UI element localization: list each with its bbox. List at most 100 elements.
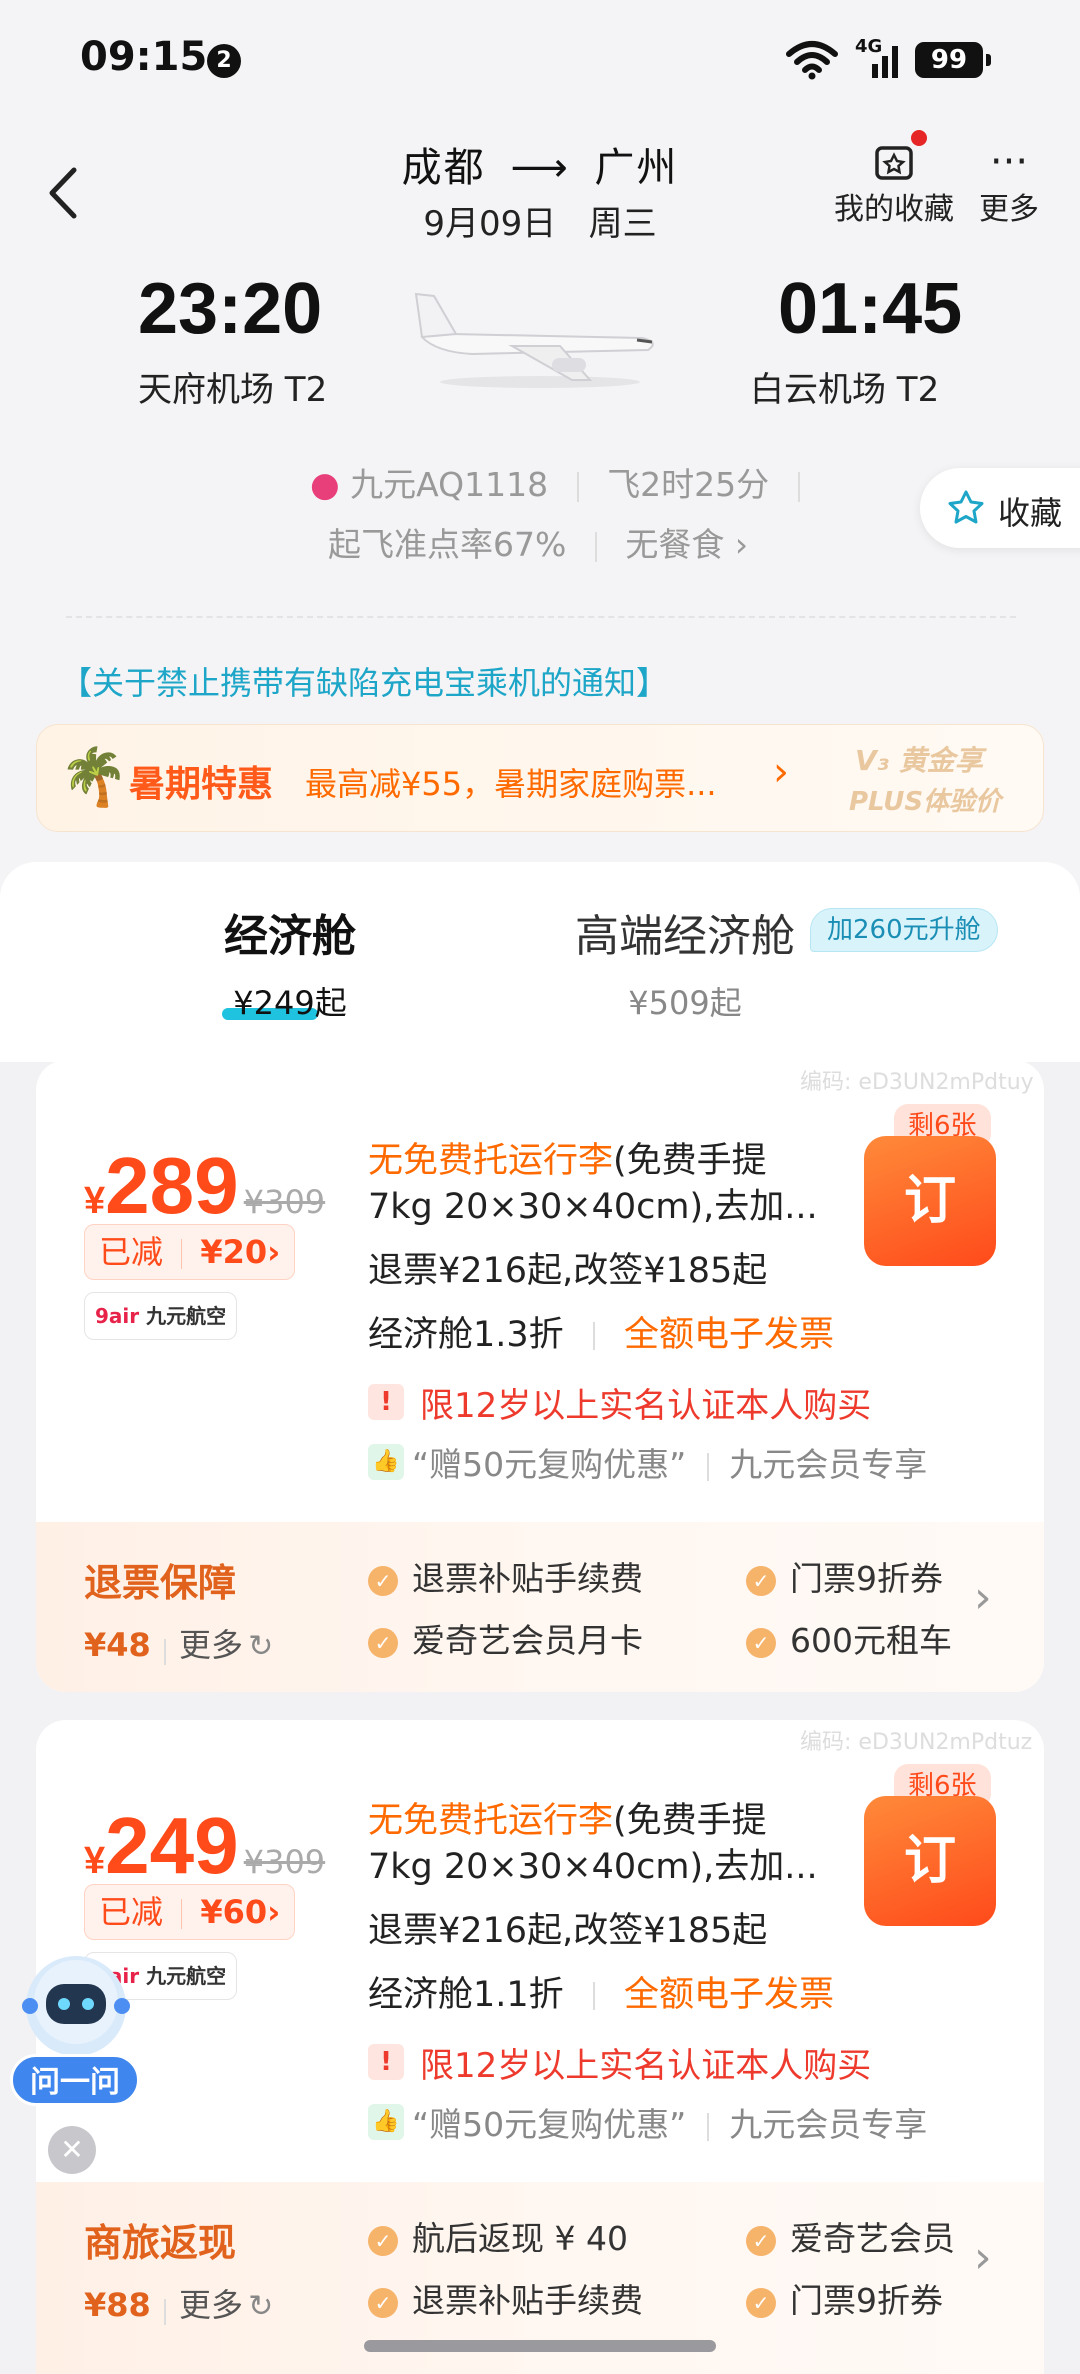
warning-icon: ! xyxy=(368,1384,404,1420)
refund-info: 退票¥216起,改签¥185起 xyxy=(368,1251,768,1291)
airline-name: 九元航空 xyxy=(146,1964,227,1988)
cabin-discount-row: 经济舱1.1折 全额电子发票 xyxy=(368,1972,834,2018)
arrival-airport: 白云机场 T2 xyxy=(750,370,940,410)
warning-icon: ! xyxy=(368,2044,404,2080)
collect-floating-button[interactable]: 收藏 xyxy=(920,468,1080,548)
close-assistant-icon[interactable]: ✕ xyxy=(48,2126,96,2174)
perk-price-row: ¥48 更多 ↻ xyxy=(84,1620,273,1666)
purchase-restriction: 限12岁以上实名认证本人购买 xyxy=(420,1386,872,1426)
more-label: 更多 xyxy=(979,192,1039,227)
notification-count-badge: 2 xyxy=(207,44,241,78)
cabin-tabs xyxy=(0,862,1080,1062)
cabin-discount: 经济舱1.1折 xyxy=(368,1975,564,2015)
perk-bundle[interactable]: 退票保障 ¥48 更多 ↻ ✓ 退票补贴手续费 ✓ 门票9折券 ✓ 爱奇艺会员月卡 ✓… xyxy=(36,1522,1044,1692)
destination-city: 广州 xyxy=(594,145,679,191)
upgrade-badge[interactable]: 加260元升舱 xyxy=(810,908,998,952)
offer-price: ¥249 ¥309 xyxy=(84,1800,325,1892)
airplane-icon xyxy=(414,292,654,388)
price-currency: ¥ xyxy=(84,1180,106,1222)
dashed-divider xyxy=(66,616,1016,618)
plus-badge-line2: PLUS体验价 xyxy=(849,787,1002,817)
baggage-line2: 7kg 20×30×40cm),去加... xyxy=(368,1187,818,1227)
my-favorites-button[interactable]: 我的收藏 xyxy=(832,140,956,228)
coupon-text: “赠50元复购优惠” xyxy=(412,1445,687,1484)
original-price: ¥309 xyxy=(243,1183,326,1221)
summer-promo-banner[interactable]: 🌴 暑期特惠 最高减¥55，暑期家庭购票... › V₃ 黄金享 PLUS体验价 xyxy=(36,724,1044,832)
discount-amount: ¥60 xyxy=(200,1893,268,1931)
airline-pin-icon: ● xyxy=(310,465,340,505)
perk-item-text: 门票9折券 xyxy=(790,1559,943,1598)
discount-badge[interactable]: 已减 ¥20› xyxy=(84,1224,296,1280)
more-button[interactable]: ··· 更多 xyxy=(974,140,1044,228)
wifi-icon xyxy=(786,41,838,80)
perk-item: ✓ 爱奇艺会员月卡 xyxy=(368,1614,643,1662)
promo-title: 暑期特惠 xyxy=(129,764,274,805)
perk-title: 商旅返现 xyxy=(84,2221,237,2265)
discount-badge[interactable]: 已减 ¥60› xyxy=(84,1884,296,1940)
favorites-dot-badge xyxy=(911,130,927,146)
perk-item-text: 600元租车 xyxy=(790,1621,952,1660)
tab-economy-price-text: ¥249起 xyxy=(233,984,347,1022)
chevron-right-icon: › xyxy=(773,749,789,795)
check-icon: ✓ xyxy=(368,1627,398,1658)
offer-price: ¥289 ¥309 xyxy=(84,1140,325,1232)
divider xyxy=(706,1452,709,1481)
baggage-line2: 7kg 20×30×40cm),去加... xyxy=(368,1847,818,1887)
coupon-row: “赠50元复购优惠” 九元会员专享 xyxy=(412,1438,927,1486)
perk-price: ¥48 xyxy=(84,1626,151,1664)
perk-item: ✓ 门票9折券 xyxy=(746,1552,996,1600)
offer-code: 编码: eD3UN2mPdtuy xyxy=(800,1070,1034,1095)
refund-info: 退票¥216起,改签¥185起 xyxy=(368,1911,768,1951)
original-price: ¥309 xyxy=(243,1843,326,1881)
member-text: 九元会员专享 xyxy=(729,1445,928,1484)
airline-flight-number: 九元AQ1118 xyxy=(350,465,549,504)
airline-name: 九元航空 xyxy=(146,1304,227,1328)
check-icon: ✓ xyxy=(746,2287,776,2318)
perk-item-text: 退票补贴手续费 xyxy=(412,1559,643,1598)
departure-time: 23:20 xyxy=(138,269,323,349)
cabin-discount: 经济舱1.3折 xyxy=(368,1315,564,1355)
divider xyxy=(181,1899,183,1929)
offer-code: 编码: eD3UN2mPdtuz xyxy=(800,1730,1033,1755)
chevron-right-icon: › xyxy=(734,525,749,564)
notice-link[interactable]: 【关于禁止携带有缺陷充电宝乘机的通知】 xyxy=(60,658,668,704)
perk-item: ✓ 爱奇艺会员 xyxy=(746,2212,996,2260)
coupon-row: “赠50元复购优惠” 九元会员专享 xyxy=(412,2098,927,2146)
divider xyxy=(576,471,579,502)
collect-label: 收藏 xyxy=(998,494,1063,532)
divider xyxy=(594,531,597,562)
assistant-floating-button[interactable]: 问一问 xyxy=(10,1950,140,2120)
perk-more: 更多 xyxy=(178,1626,243,1664)
robot-icon xyxy=(22,1956,130,2056)
invoice-info: 全额电子发票 xyxy=(623,1975,834,2015)
price-value: 289 xyxy=(105,1141,239,1230)
tab-premium-price: ¥509起 xyxy=(628,984,742,1022)
punctuality-row[interactable]: 起飞准点率67% 无餐食 › xyxy=(328,518,748,566)
book-button[interactable]: 订 xyxy=(864,1796,996,1926)
arrival-time: 01:45 xyxy=(778,269,963,349)
book-button[interactable]: 订 xyxy=(864,1136,996,1266)
divider xyxy=(181,1239,183,1269)
check-icon: ✓ xyxy=(746,2225,776,2256)
check-icon: ✓ xyxy=(368,2225,398,2256)
baggage-highlight: 无免费托运行李 xyxy=(368,1801,614,1841)
perk-price-row: ¥88 更多 ↻ xyxy=(84,2280,273,2326)
v3-badge-icon: V₃ xyxy=(855,744,899,777)
tab-premium-economy[interactable]: 高端经济舱 ¥509起 xyxy=(560,900,810,1024)
member-text: 九元会员专享 xyxy=(729,2105,928,2144)
baggage-info[interactable]: 无免费托运行李(免费手提 7kg 20×30×40cm),去加... xyxy=(368,1138,838,1230)
flight-info-row: ● 九元AQ1118 飞2时25分 xyxy=(310,458,818,506)
date-text: 9月09日 xyxy=(423,204,557,244)
purchase-restriction: 限12岁以上实名认证本人购买 xyxy=(420,2046,872,2086)
tab-premium-label: 高端经济舱 xyxy=(575,911,795,962)
9air-logo-mark: 9air xyxy=(95,1304,140,1328)
perk-price: ¥88 xyxy=(84,2286,151,2324)
baggage-info[interactable]: 无免费托运行李(免费手提 7kg 20×30×40cm),去加... xyxy=(368,1798,838,1890)
refresh-icon: ↻ xyxy=(248,1629,274,1664)
battery-indicator: 99 xyxy=(915,42,991,78)
plus-badge-line1: V₃ 黄金享 xyxy=(855,739,983,779)
tab-economy[interactable]: 经济舱 ¥249起 xyxy=(180,900,400,1024)
discount-amount: ¥20 xyxy=(200,1233,268,1271)
perk-item: ✓ 退票补贴手续费 xyxy=(368,2274,643,2322)
thumb-up-icon: 👍 xyxy=(368,2104,404,2140)
